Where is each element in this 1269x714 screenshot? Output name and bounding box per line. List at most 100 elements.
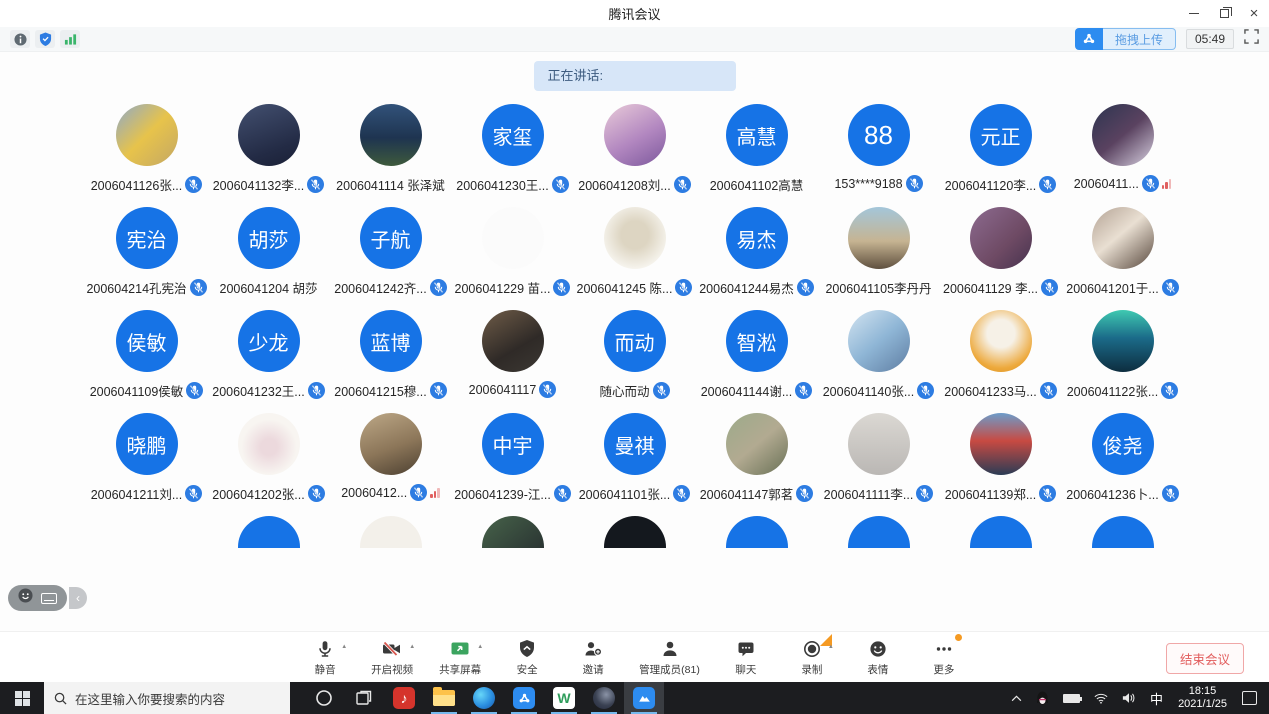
action-center-icon[interactable] <box>1235 682 1269 714</box>
participant-tile[interactable]: 2006041105李丹丹 <box>818 207 940 310</box>
members-button[interactable]: 管理成员(81) <box>639 638 700 677</box>
participant-tile[interactable]: 少龙2006041232王... <box>208 310 330 413</box>
participant-tile[interactable]: 俊尧2006041236卜... <box>1062 413 1184 516</box>
participant-tile[interactable]: 智淞2006041144谢... <box>696 310 818 413</box>
participant-tile[interactable]: 20060412... <box>330 413 452 516</box>
taskbar-app-cortana[interactable] <box>304 682 344 714</box>
participant-tile-partial[interactable] <box>452 516 574 548</box>
participant-tile[interactable]: 蓝博2006041215穆... <box>330 310 452 413</box>
taskbar-app-file-explorer[interactable] <box>424 682 464 714</box>
participant-tile[interactable]: 中宇2006041239-江... <box>452 413 574 516</box>
participant-tile[interactable]: 晓鹏2006041211刘... <box>86 413 208 516</box>
record-button[interactable]: ▲录制 <box>792 638 832 677</box>
participant-tile[interactable]: 胡莎2006041204 胡莎 <box>208 207 330 310</box>
more-button[interactable]: 更多 <box>924 638 964 677</box>
taskbar-app-edge[interactable] <box>464 682 504 714</box>
weiyun-upload[interactable]: 拖拽上传 <box>1075 28 1176 50</box>
battery-icon[interactable] <box>1056 682 1087 714</box>
participant-tile[interactable]: 2006041140张... <box>818 310 940 413</box>
participant-tile[interactable]: 2006041114 张泽斌 <box>330 104 452 207</box>
start-button[interactable] <box>0 682 44 714</box>
ime-indicator[interactable]: 中 <box>1143 682 1170 714</box>
participant-tile[interactable]: 2006041245 陈... <box>574 207 696 310</box>
participant-tile[interactable]: 2006041229 苗... <box>452 207 574 310</box>
options-caret-icon[interactable]: ▲ <box>341 644 347 650</box>
security-button[interactable]: 安全 <box>507 638 547 677</box>
keyboard-icon[interactable] <box>41 593 57 604</box>
fullscreen-icon[interactable] <box>1244 29 1259 49</box>
restore-button[interactable] <box>1209 0 1239 27</box>
participant-tile[interactable]: 侯敏2006041109侯敏 <box>86 310 208 413</box>
participant-tile[interactable]: 20060411... <box>1062 104 1184 207</box>
participant-tile[interactable]: 2006041111李... <box>818 413 940 516</box>
taskbar-app-netease-music[interactable]: ♪ <box>384 682 424 714</box>
participant-tile[interactable]: 元正2006041120李... <box>940 104 1062 207</box>
participant-grid-viewport[interactable]: 2006041126张...2006041132李...2006041114 张… <box>86 104 1184 548</box>
participant-avatar-initials: 侯敏 <box>116 310 178 372</box>
participant-tile[interactable]: 2006041202张... <box>208 413 330 516</box>
share-button[interactable]: ▲共享屏幕 <box>439 638 481 677</box>
volume-icon[interactable] <box>1115 682 1143 714</box>
participant-tile[interactable]: 家玺2006041230王... <box>452 104 574 207</box>
participant-tile-partial[interactable] <box>696 516 818 548</box>
options-caret-icon[interactable]: ▲ <box>828 644 834 650</box>
participant-tile-partial[interactable] <box>1062 516 1184 548</box>
participant-tile[interactable]: 易杰2006041244易杰 <box>696 207 818 310</box>
muted-mic-icon <box>430 382 447 399</box>
participant-tile[interactable]: 2006041126张... <box>86 104 208 207</box>
participant-avatar-photo <box>604 207 666 269</box>
taskbar-app-dark-app[interactable] <box>584 682 624 714</box>
participant-tile[interactable]: 曼祺2006041101张... <box>574 413 696 516</box>
participant-name: 2006041102高慧 <box>710 175 804 194</box>
emoji-reaction-icon[interactable] <box>18 588 33 608</box>
participant-name: 2006041120李... <box>945 175 1037 194</box>
minimize-button[interactable] <box>1179 0 1209 27</box>
taskbar-app-tencent-meeting[interactable] <box>624 682 664 714</box>
participant-tile[interactable]: 而动随心而动 <box>574 310 696 413</box>
options-caret-icon[interactable]: ▲ <box>409 644 415 650</box>
participant-tile-partial[interactable] <box>574 516 696 548</box>
info-icon[interactable] <box>10 30 30 48</box>
taskbar-app-task-view[interactable] <box>344 682 384 714</box>
shield-icon[interactable] <box>35 30 55 48</box>
signal-icon[interactable] <box>60 30 80 48</box>
participant-tile-partial[interactable] <box>940 516 1062 548</box>
tray-chevron-icon[interactable] <box>1004 682 1029 714</box>
qq-tray-icon[interactable] <box>1029 682 1056 714</box>
participant-tile[interactable]: 2006041233马... <box>940 310 1062 413</box>
participant-tile[interactable]: 2006041208刘... <box>574 104 696 207</box>
participant-tile[interactable]: 高慧2006041102高慧 <box>696 104 818 207</box>
participant-tile[interactable]: 2006041201于... <box>1062 207 1184 310</box>
participant-tile-partial[interactable] <box>86 516 208 548</box>
chat-button[interactable]: 聊天 <box>726 638 766 677</box>
participant-tile-partial[interactable] <box>330 516 452 548</box>
taskbar-app-wps[interactable]: W <box>544 682 584 714</box>
wifi-icon[interactable] <box>1087 682 1115 714</box>
participant-avatar-initials: 家玺 <box>482 104 544 166</box>
participant-tile-partial[interactable] <box>818 516 940 548</box>
emoji-button[interactable]: 表情 <box>858 638 898 677</box>
mute-button[interactable]: ▲静音 <box>305 638 345 677</box>
end-meeting-button[interactable]: 结束会议 <box>1166 643 1244 674</box>
participant-tile[interactable]: 2006041122张... <box>1062 310 1184 413</box>
reaction-quickbar[interactable]: ‹ <box>8 585 87 611</box>
participant-tile[interactable]: 88153****9188 <box>818 104 940 207</box>
close-button[interactable]: × <box>1239 0 1269 27</box>
participant-tile-partial[interactable] <box>208 516 330 548</box>
invite-button[interactable]: 邀请 <box>573 638 613 677</box>
participant-tile[interactable]: 子航2006041242齐... <box>330 207 452 310</box>
video-button[interactable]: ▲开启视频 <box>371 638 413 677</box>
participant-tile[interactable]: 2006041117 <box>452 310 574 413</box>
taskbar-app-weiyun[interactable] <box>504 682 544 714</box>
participant-tile[interactable]: 2006041147郭茗 <box>696 413 818 516</box>
options-caret-icon[interactable]: ▲ <box>477 644 483 650</box>
participant-tile[interactable]: 2006041139郑... <box>940 413 1062 516</box>
participant-name: 2006041139郑... <box>945 484 1037 503</box>
participant-tile[interactable]: 宪治200604214孔宪治 <box>86 207 208 310</box>
participant-tile[interactable]: 2006041129 李... <box>940 207 1062 310</box>
participant-tile[interactable]: 2006041132李... <box>208 104 330 207</box>
participant-avatar <box>1092 516 1154 548</box>
collapse-chevron-icon[interactable]: ‹ <box>69 587 87 609</box>
taskbar-search-input[interactable]: 在这里输入你要搜索的内容 <box>44 682 290 714</box>
taskbar-clock[interactable]: 18:15 2021/1/25 <box>1170 685 1235 711</box>
